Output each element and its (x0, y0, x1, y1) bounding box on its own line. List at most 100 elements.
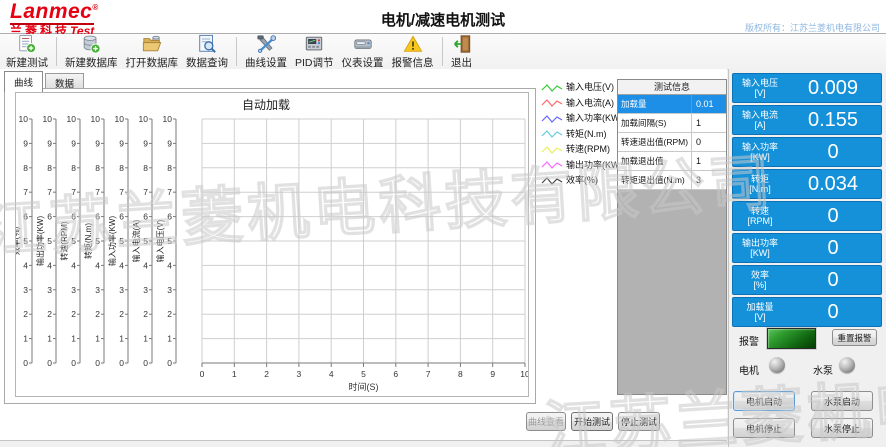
readout-value: 0.009 (787, 74, 881, 102)
svg-text:8: 8 (167, 163, 172, 173)
readout-input-power: 输入功率[KW]0 (732, 137, 882, 167)
svg-text:1: 1 (95, 334, 100, 344)
exit-icon (451, 34, 473, 54)
tab-curve[interactable]: 曲线 (4, 71, 43, 92)
toolbar-button-curve-settings[interactable]: 曲线设置 (241, 34, 291, 69)
svg-text:9: 9 (47, 138, 52, 148)
row-value: 0 (692, 133, 726, 151)
row-label: 转矩退出值(N.m) (618, 171, 692, 189)
svg-text:9: 9 (95, 138, 100, 148)
row-value: 1 (692, 152, 726, 170)
svg-text:6: 6 (393, 369, 398, 379)
alarm-label: 报警 (739, 333, 759, 348)
pump-start-button[interactable]: 水泵启动 (811, 391, 873, 411)
row-value: 3 (692, 171, 726, 189)
svg-text:7: 7 (167, 187, 172, 197)
legend-label: 输出功率(KW) (566, 158, 623, 171)
table-header: 测试信息 (618, 80, 726, 95)
toolbar-button-data-query[interactable]: 数据查询 (182, 34, 232, 69)
legend-item: 转速(RPM) (541, 141, 621, 157)
svg-text:10: 10 (19, 114, 29, 124)
svg-text:3: 3 (143, 285, 148, 295)
svg-text:2: 2 (95, 309, 100, 319)
legend-item: 输出功率(KW) (541, 157, 621, 173)
svg-text:2: 2 (47, 309, 52, 319)
table-row[interactable]: 加载量0.01 (618, 95, 726, 114)
toolbar-button-pid-tuning[interactable]: PID调节 (291, 34, 338, 69)
svg-text:9: 9 (143, 138, 148, 148)
svg-text:8: 8 (143, 163, 148, 173)
legend-line-icon (541, 174, 563, 186)
motor-start-button[interactable]: 电机启动 (733, 391, 795, 411)
toolbar-button-label: 数据查询 (186, 55, 228, 70)
row-label: 加载间隔(S) (618, 114, 692, 132)
table-row[interactable]: 转速退出值(RPM)0 (618, 133, 726, 152)
table-row[interactable]: 加载退出值1 (618, 152, 726, 171)
svg-text:6: 6 (167, 212, 172, 222)
row-label: 转速退出值(RPM) (618, 133, 692, 151)
svg-text:0: 0 (200, 369, 205, 379)
svg-text:4: 4 (47, 260, 52, 270)
readout-label: 加载量[V] (733, 298, 787, 326)
table-row[interactable]: 转矩退出值(N.m)3 (618, 171, 726, 190)
meter-settings-icon (352, 34, 374, 54)
legend-item: 输入电流(A) (541, 95, 621, 111)
svg-text:0: 0 (95, 358, 100, 368)
app-window: Lanmec® 兰菱科技Test 电机/减速电机测试 版权所有：江苏兰菱机电有限… (0, 0, 886, 447)
legend-item: 输入功率(KW) (541, 110, 621, 126)
svg-text:2: 2 (71, 309, 76, 319)
data-query-icon (196, 34, 218, 54)
reset-alarm-button[interactable]: 重置报警 (832, 329, 877, 346)
svg-text:2: 2 (143, 309, 148, 319)
table-row[interactable]: 加载间隔(S)1 (618, 114, 726, 133)
readouts: 输入电压[V]0.009输入电流[A]0.155输入功率[KW]0转矩[N.m]… (732, 73, 882, 329)
chart-canvas: 自动加载012345678910时间(S)012345678910效率(%)01… (15, 92, 529, 397)
svg-text:1: 1 (23, 334, 28, 344)
legend-item: 效率(%) (541, 172, 621, 188)
svg-text:4: 4 (119, 260, 124, 270)
readout-value: 0.155 (787, 106, 881, 134)
toolbar-button-meter-settings[interactable]: 仪表设置 (338, 34, 388, 69)
start-test-button[interactable]: 开始测试 (571, 412, 613, 431)
toolbar-button-new-test[interactable]: 新建测试 (2, 34, 52, 69)
svg-text:6: 6 (71, 212, 76, 222)
stop-test-button[interactable]: 停止测试 (618, 412, 660, 431)
row-label: 加载量 (618, 95, 692, 113)
new-database-icon (80, 34, 102, 54)
svg-text:3: 3 (119, 285, 124, 295)
svg-text:5: 5 (361, 369, 366, 379)
svg-text:输入电流(A): 输入电流(A) (131, 219, 141, 262)
curve-settings-icon (255, 34, 277, 54)
svg-text:5: 5 (71, 236, 76, 246)
toolbar-button-label: 退出 (451, 55, 472, 70)
svg-text:9: 9 (71, 138, 76, 148)
svg-text:3: 3 (23, 285, 28, 295)
svg-text:输入功率(KW): 输入功率(KW) (107, 216, 117, 267)
toolbar-button-alarm-info[interactable]: 报警信息 (388, 34, 438, 69)
svg-text:输入电压(V): 输入电压(V) (155, 219, 165, 262)
svg-text:4: 4 (329, 369, 334, 379)
svg-text:5: 5 (23, 236, 28, 246)
toolbar-button-new-database[interactable]: 新建数据库 (61, 34, 122, 69)
pump-stop-button[interactable]: 水泵停止 (811, 418, 873, 438)
svg-text:0: 0 (167, 358, 172, 368)
svg-text:6: 6 (95, 212, 100, 222)
legend-line-icon (541, 158, 563, 170)
svg-text:2: 2 (119, 309, 124, 319)
toolbar-button-open-database[interactable]: 打开数据库 (122, 34, 183, 69)
svg-text:0: 0 (143, 358, 148, 368)
svg-text:1: 1 (167, 334, 172, 344)
readout-value: 0.034 (787, 170, 881, 198)
motor-label: 电机 (739, 362, 759, 377)
legend-label: 转矩(N.m) (566, 127, 607, 140)
svg-text:转速(RPM): 转速(RPM) (59, 221, 69, 260)
legend-label: 输入功率(KW) (566, 111, 623, 124)
svg-text:4: 4 (143, 260, 148, 270)
legend-label: 效率(%) (566, 173, 598, 186)
svg-text:10: 10 (43, 114, 53, 124)
toolbar-button-exit[interactable]: 退出 (447, 34, 477, 69)
curve-view-button[interactable]: 曲线查看 (526, 412, 566, 431)
motor-stop-button[interactable]: 电机停止 (733, 418, 795, 438)
svg-text:9: 9 (23, 138, 28, 148)
svg-text:自动加载: 自动加载 (242, 98, 290, 112)
